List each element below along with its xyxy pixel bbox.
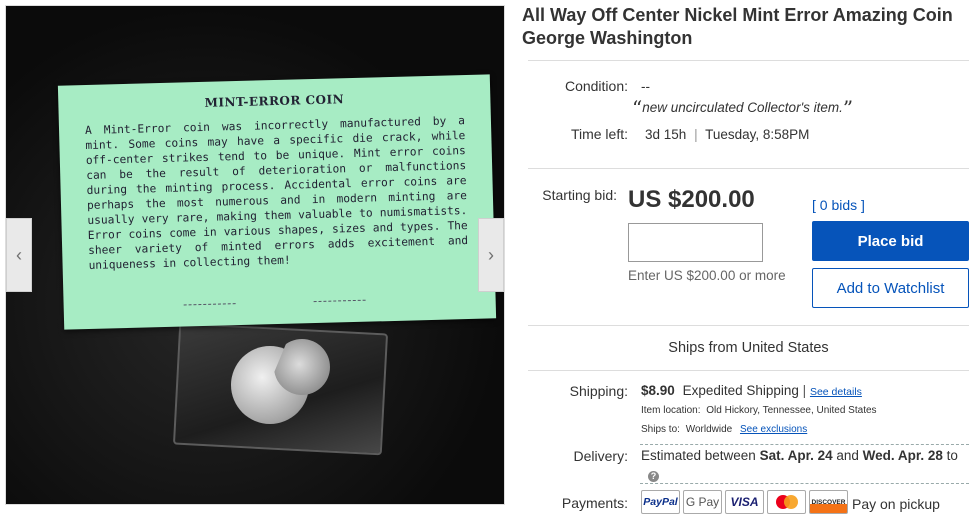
starting-bid-price: US $200.00 bbox=[628, 186, 755, 213]
mastercard-icon bbox=[767, 490, 806, 514]
shipping-method: Expedited Shipping bbox=[682, 383, 799, 398]
divider bbox=[528, 168, 969, 169]
chevron-left-icon: ‹ bbox=[16, 244, 22, 265]
bid-hint: Enter US $200.00 or more bbox=[628, 268, 786, 283]
pay-on-pickup: Pay on pickup bbox=[852, 496, 940, 512]
card-title: MINT-ERROR COIN bbox=[204, 92, 345, 110]
next-image-button[interactable]: › bbox=[478, 218, 504, 292]
ships-to: Ships to: Worldwide See exclusions bbox=[641, 424, 808, 435]
see-exclusions-link[interactable]: See exclusions bbox=[740, 424, 807, 435]
divider bbox=[640, 483, 969, 484]
shipping-label: Shipping: bbox=[569, 383, 628, 399]
visa-icon: VISA bbox=[725, 490, 764, 514]
paypal-icon: PayPal bbox=[641, 490, 680, 514]
auction-end-time: Tuesday, 8:58PM bbox=[705, 127, 810, 142]
add-to-watchlist-button[interactable]: Add to Watchlist bbox=[812, 268, 969, 308]
chevron-right-icon: › bbox=[488, 244, 494, 265]
prev-image-button[interactable]: ‹ bbox=[6, 218, 32, 292]
bids-count-link[interactable]: [ 0 bids ] bbox=[812, 197, 865, 213]
time-left-label: Time left: bbox=[570, 126, 628, 142]
listing-title: All Way Off Center Nickel Mint Error Ama… bbox=[522, 5, 953, 48]
condition-label: Condition: bbox=[564, 78, 628, 94]
see-details-link[interactable]: See details bbox=[810, 386, 862, 398]
card-divider bbox=[313, 299, 366, 303]
shipping-cost: $8.90 bbox=[641, 383, 675, 398]
item-location: Item location: Old Hickory, Tennessee, U… bbox=[641, 405, 877, 416]
divider bbox=[640, 444, 969, 445]
divider bbox=[528, 325, 969, 326]
card-divider bbox=[183, 303, 236, 306]
ships-from: Ships from United States bbox=[668, 340, 829, 356]
bid-amount-input[interactable] bbox=[628, 223, 763, 262]
discover-icon: DISCOVER bbox=[809, 490, 848, 514]
condition-value: -- bbox=[641, 79, 650, 94]
info-card: MINT-ERROR COIN A Mint-Error coin was in… bbox=[57, 74, 497, 330]
shipping-info: $8.90 Expedited Shipping | See details bbox=[641, 383, 862, 398]
image-gallery[interactable]: MINT-ERROR COIN A Mint-Error coin was in… bbox=[5, 5, 505, 505]
starting-bid-label: Starting bid: bbox=[542, 187, 617, 203]
divider bbox=[528, 60, 969, 61]
mastercard-logo-icon bbox=[775, 495, 798, 509]
payments-label: Payments: bbox=[561, 495, 628, 511]
card-text: A Mint-Error coin was incorrectly manufa… bbox=[84, 114, 469, 272]
divider bbox=[528, 370, 969, 371]
place-bid-button[interactable]: Place bid bbox=[812, 221, 969, 261]
delivery-estimate: Estimated between Sat. Apr. 24 and Wed. … bbox=[641, 448, 958, 463]
time-left-value: 3d 15h | Tuesday, 8:58PM bbox=[645, 127, 810, 142]
google-pay-icon: G Pay bbox=[683, 490, 722, 514]
delivery-help-icon[interactable]: ? bbox=[648, 466, 659, 484]
delivery-label: Delivery: bbox=[573, 448, 628, 464]
condition-note: “new uncirculated Collector's item.” bbox=[632, 96, 854, 120]
